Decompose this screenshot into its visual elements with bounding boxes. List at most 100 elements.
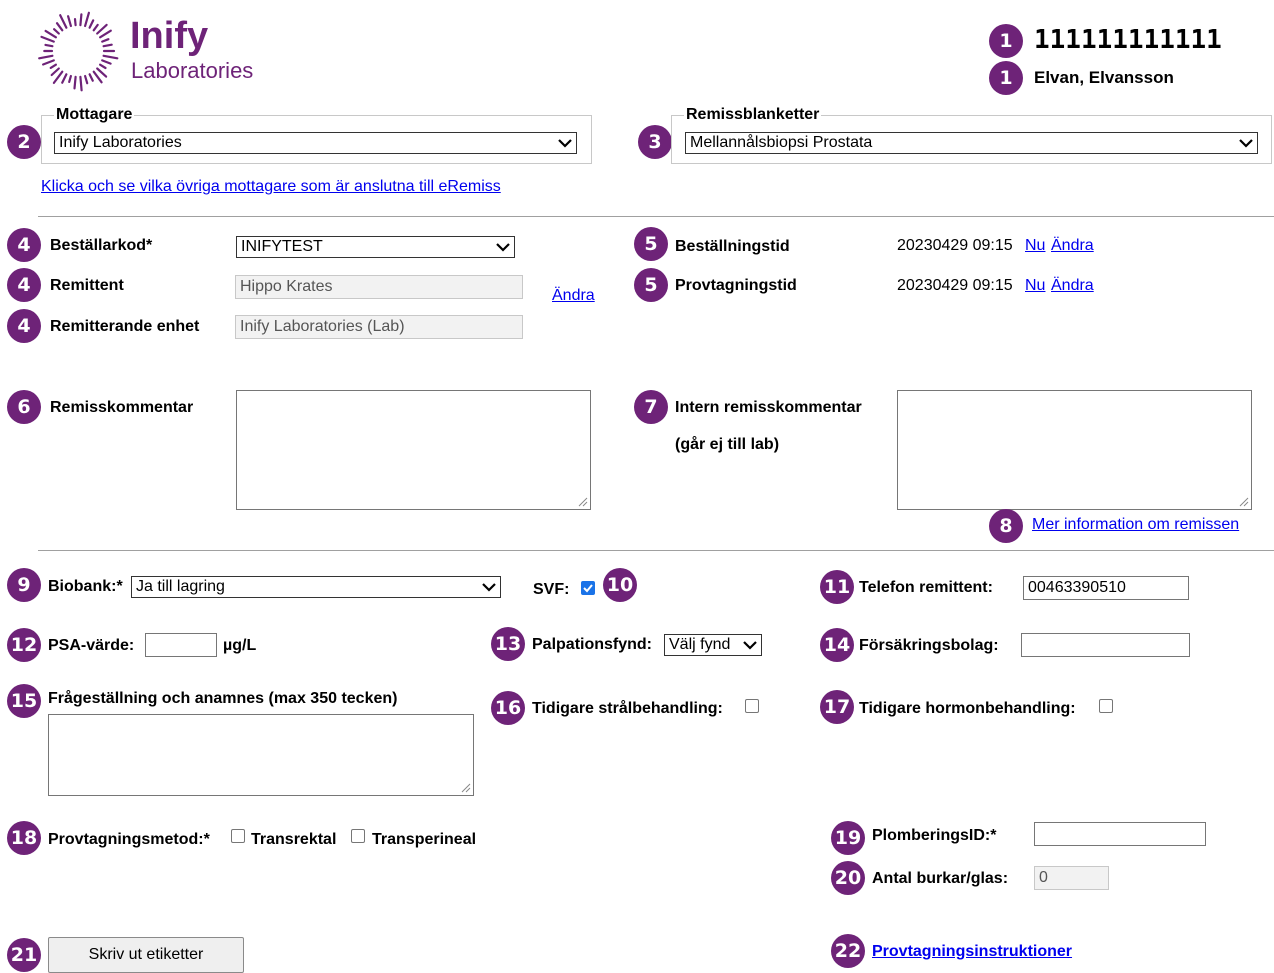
remittent-field: Hippo Krates xyxy=(235,275,523,299)
chevron-down-icon xyxy=(482,582,496,592)
bestallningstid-label: Beställningstid xyxy=(675,238,790,255)
logo-ray xyxy=(98,63,107,70)
badge-18: 18 xyxy=(7,821,41,855)
remissblanketter-legend: Remissblanketter xyxy=(686,106,820,123)
badge-20: 20 xyxy=(831,861,865,895)
logo-ray xyxy=(55,22,64,32)
metod-label: Provtagningsmetod:* xyxy=(48,831,210,848)
logo-ray xyxy=(68,74,73,84)
badge-8: 8 xyxy=(989,509,1023,543)
badge-22: 22 xyxy=(831,934,865,968)
bestallarkod-value: INIFYTEST xyxy=(241,238,323,255)
forsakring-input[interactable] xyxy=(1021,633,1190,657)
mottagare-legend: Mottagare xyxy=(56,106,133,123)
print-labels-button[interactable]: Skriv ut etiketter xyxy=(48,937,244,973)
mottagare-value: Inify Laboratories xyxy=(59,134,182,151)
badge-2: 2 xyxy=(7,125,41,159)
logo-ray xyxy=(73,75,77,90)
forsakring-label: Försäkringsbolag: xyxy=(859,637,999,654)
mottagare-select[interactable]: Inify Laboratories xyxy=(54,132,577,154)
transperineal-label: Transperineal xyxy=(372,831,477,848)
intern-kommentar-label: Intern remisskommentar xyxy=(675,399,862,416)
inify-logo-mark xyxy=(38,11,119,92)
badge-17: 17 xyxy=(820,690,854,724)
provtagningstid-change-link[interactable]: Ändra xyxy=(1051,277,1094,295)
telefon-input[interactable]: 00463390510 xyxy=(1023,576,1189,600)
badge-4c: 4 xyxy=(7,309,41,343)
intern-kommentar-textarea[interactable] xyxy=(897,390,1252,510)
badge-5b: 5 xyxy=(634,268,668,302)
badge-11: 11 xyxy=(820,570,854,604)
remisskommentar-textarea[interactable] xyxy=(236,390,591,510)
logo-ray xyxy=(50,67,60,77)
divider-middle xyxy=(38,550,1274,551)
stral-label: Tidigare strålbehandling: xyxy=(532,700,723,717)
badge-19: 19 xyxy=(831,821,865,855)
provtagningstid-now-link[interactable]: Nu xyxy=(1025,277,1045,295)
more-info-link[interactable]: Mer information om remissen xyxy=(1032,516,1239,534)
transrektal-label: Transrektal xyxy=(251,831,337,848)
logo-ray xyxy=(83,74,89,85)
hormon-label: Tidigare hormonbehandling: xyxy=(859,700,1076,717)
biobank-select[interactable]: Ja till lagring xyxy=(131,576,501,598)
antal-field: 0 xyxy=(1034,866,1109,890)
plombering-label: PlomberingsID:* xyxy=(872,827,997,844)
chevron-down-icon xyxy=(496,242,510,252)
logo-ray xyxy=(96,67,108,78)
psa-label: PSA-värde: xyxy=(48,637,135,654)
logo-ray xyxy=(52,70,64,85)
logo-ray xyxy=(101,38,110,43)
logo-ray xyxy=(88,19,95,29)
logo-ray xyxy=(38,54,54,60)
bestallarkod-select[interactable]: INIFYTEST xyxy=(236,236,515,258)
intern-kommentar-sub: (går ej till lab) xyxy=(675,436,780,453)
other-recipients-link[interactable]: Klicka och se vilka övriga mottagare som… xyxy=(41,178,501,196)
logo-ray xyxy=(73,18,77,27)
logo-subtitle: Laboratories xyxy=(131,58,254,83)
antal-label: Antal burkar/glas: xyxy=(872,870,1009,887)
logo-ray xyxy=(61,73,68,84)
badge-10: 10 xyxy=(603,568,637,602)
logo-ray xyxy=(88,73,94,82)
chevron-down-icon xyxy=(1239,138,1253,148)
remisskommentar-label: Remisskommentar xyxy=(50,399,194,416)
bestallningstid-change-link[interactable]: Ändra xyxy=(1051,237,1094,255)
hormon-checkbox[interactable] xyxy=(1099,699,1113,713)
remittent-change-link[interactable]: Ändra xyxy=(552,287,595,305)
badge-16: 16 xyxy=(491,691,525,725)
badge-5: 5 xyxy=(634,227,668,261)
checkmark-icon xyxy=(583,584,593,593)
resize-grip-icon xyxy=(461,783,471,793)
resize-grip-icon xyxy=(1239,497,1249,507)
logo-ray xyxy=(83,11,91,28)
transperineal-checkbox[interactable] xyxy=(351,829,365,843)
logo-ray xyxy=(79,75,83,92)
logo-ray xyxy=(101,59,112,65)
badge-6: 6 xyxy=(7,390,41,424)
badge-13: 13 xyxy=(491,627,525,661)
fragestallning-label: Frågeställning och anamnes (max 350 teck… xyxy=(48,690,398,707)
divider-top xyxy=(38,216,1274,217)
enhet-label: Remitterande enhet xyxy=(50,318,200,335)
logo-ray xyxy=(96,23,108,35)
fragestallning-textarea[interactable] xyxy=(48,714,474,796)
remissblanketter-value: Mellannålsbiopsi Prostata xyxy=(690,134,873,151)
logo-ray xyxy=(41,59,55,66)
psa-input[interactable] xyxy=(145,633,217,657)
palpation-select[interactable]: Välj fynd xyxy=(664,634,762,656)
transrektal-checkbox[interactable] xyxy=(231,829,245,843)
svf-checkbox[interactable] xyxy=(581,581,595,595)
logo-ray xyxy=(59,14,68,29)
bestallningstid-now-link[interactable]: Nu xyxy=(1025,237,1045,255)
logo-ray xyxy=(49,63,57,70)
patient-name: Elvan, Elvansson xyxy=(1034,68,1174,87)
provtagningstid-label: Provtagningstid xyxy=(675,277,797,294)
stral-checkbox[interactable] xyxy=(745,699,759,713)
logo-ray xyxy=(44,43,54,48)
instructions-link[interactable]: Provtagningsinstruktioner xyxy=(872,943,1072,961)
remissblanketter-select[interactable]: Mellannålsbiopsi Prostata xyxy=(685,132,1258,154)
bestallarkod-label: Beställarkod* xyxy=(50,237,153,254)
plombering-input[interactable] xyxy=(1034,822,1206,846)
badge-12: 12 xyxy=(7,628,41,662)
badge-9: 9 xyxy=(7,568,41,602)
